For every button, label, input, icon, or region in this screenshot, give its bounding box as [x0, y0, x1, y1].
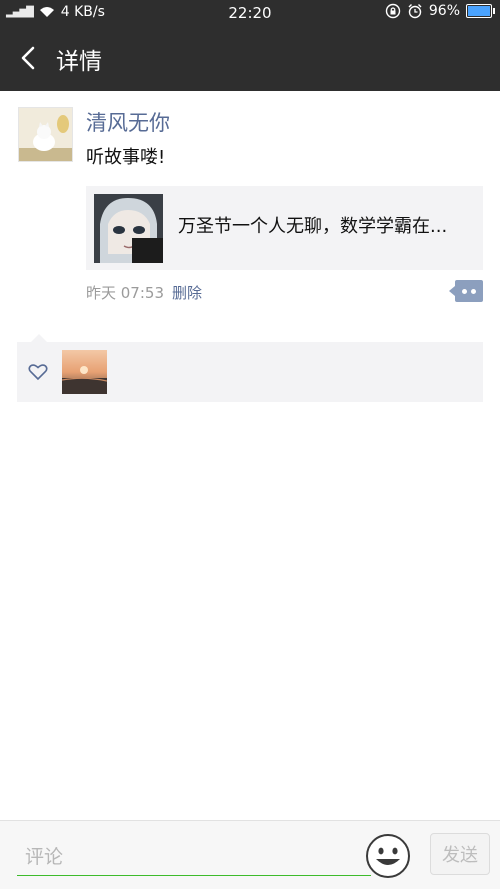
comment-input[interactable] [17, 839, 371, 876]
liker-avatar[interactable] [62, 350, 107, 394]
cat-avatar-image [19, 108, 72, 161]
more-dots-icon [462, 289, 467, 294]
status-bar: ▂▄▆█ 4 KB/s 22:20 96% [0, 0, 500, 25]
author-name[interactable]: 清风无你 [86, 107, 170, 137]
comment-bar: 发送 [0, 820, 500, 889]
article-thumbnail [94, 194, 163, 263]
back-arrow-icon[interactable] [18, 45, 40, 71]
post-time: 昨天 07:53 [86, 284, 164, 302]
article-title: 万圣节一个人无聊，数学学霸在... [178, 216, 448, 237]
page-title: 详情 [56, 49, 102, 75]
heart-icon [28, 364, 48, 381]
post-content: 听故事喽! [86, 147, 166, 168]
lock-rotation-icon [385, 3, 401, 19]
comment-like-menu-button[interactable] [449, 280, 483, 302]
likes-panel [17, 334, 483, 402]
post-meta: 昨天 07:53 删除 [86, 282, 202, 303]
title-bar: 详情 [0, 25, 500, 91]
author-avatar[interactable] [18, 107, 73, 162]
battery-icon [466, 4, 495, 18]
shared-article-card[interactable]: 万圣节一个人无聊，数学学霸在... [86, 186, 483, 270]
send-button[interactable]: 发送 [430, 833, 490, 875]
status-right: 96% [385, 3, 495, 19]
battery-percent: 96% [428, 3, 460, 19]
delete-link[interactable]: 删除 [172, 284, 202, 302]
emoji-icon[interactable] [365, 833, 411, 879]
alarm-icon [408, 4, 422, 19]
